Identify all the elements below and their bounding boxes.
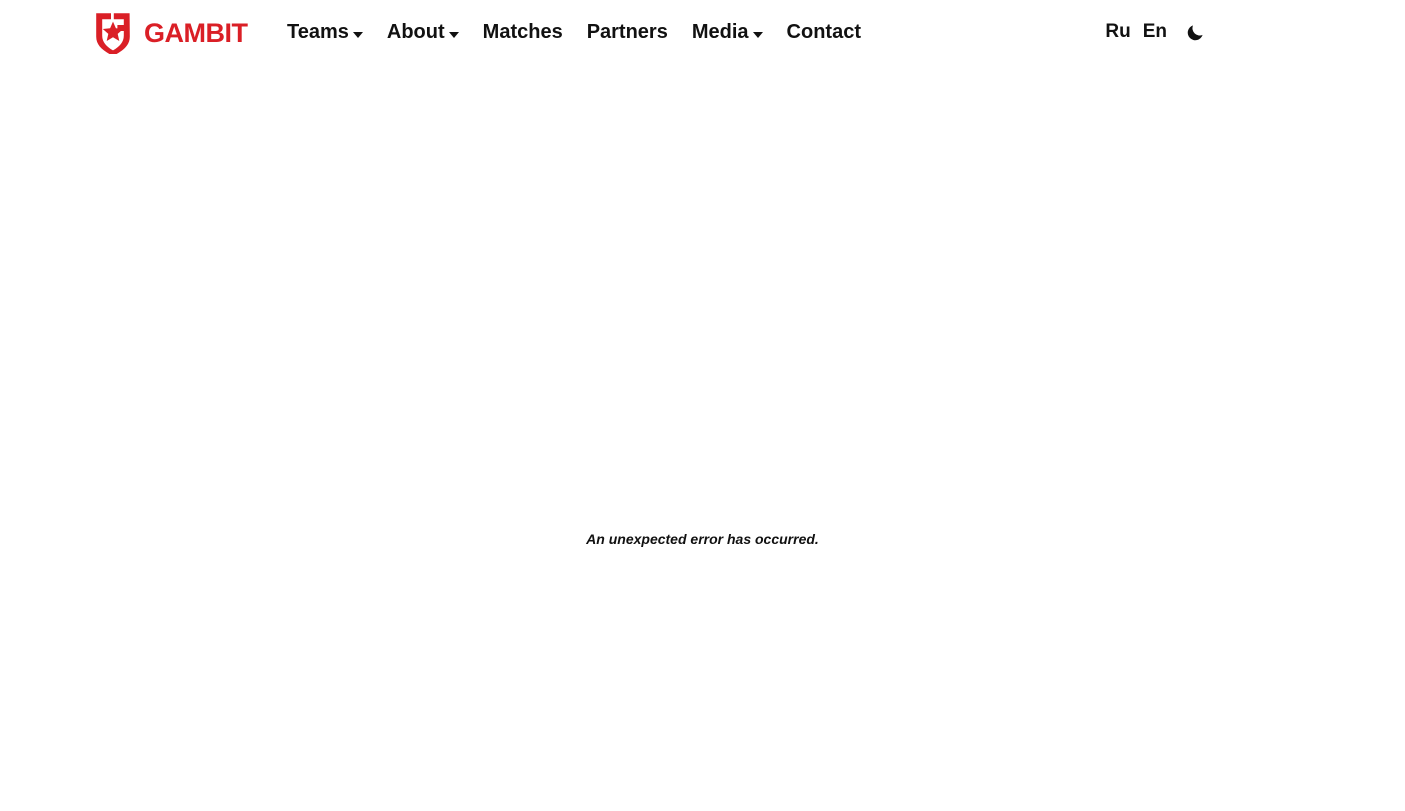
- nav-item-label: Contact: [786, 21, 861, 43]
- error-block: An unexpected error has occurred.: [0, 530, 1405, 549]
- header-tools: Ru En: [1099, 20, 1208, 44]
- nav-item-label: Matches: [482, 21, 563, 43]
- chevron-down-icon: [352, 31, 363, 38]
- nav-item-matches[interactable]: Matches: [483, 21, 563, 44]
- chevron-down-icon: [752, 31, 763, 38]
- language-switch-ru[interactable]: Ru: [1099, 21, 1136, 44]
- gambit-shield-star-logo-icon: [96, 13, 130, 54]
- nav-item-label: Partners: [586, 21, 668, 43]
- nav-item-contact[interactable]: Contact: [787, 21, 861, 44]
- error-message-text: An unexpected error has occurred.: [586, 531, 819, 547]
- nav-item-label: Media: [691, 21, 749, 43]
- moon-icon: [1187, 25, 1203, 41]
- nav-item-partners[interactable]: Partners: [587, 21, 668, 44]
- site-header: GAMBIT Teams About Matches Partners Medi…: [0, 0, 1405, 68]
- nav-item-label: Teams: [287, 21, 349, 43]
- page-main-content: An unexpected error has occurred.: [0, 68, 1405, 811]
- theme-toggle-button[interactable]: [1184, 20, 1208, 44]
- brand-logo-link[interactable]: GAMBIT: [93, 12, 248, 54]
- nav-item-teams[interactable]: Teams: [287, 21, 363, 44]
- main-navigation: Teams About Matches Partners Media Conta…: [287, 21, 861, 44]
- brand-wordmark: GAMBIT: [144, 17, 248, 48]
- nav-item-label: About: [386, 21, 445, 43]
- chevron-down-icon: [448, 31, 459, 38]
- nav-item-media[interactable]: Media: [692, 21, 763, 44]
- nav-item-about[interactable]: About: [387, 21, 459, 44]
- language-switch-en[interactable]: En: [1137, 21, 1173, 44]
